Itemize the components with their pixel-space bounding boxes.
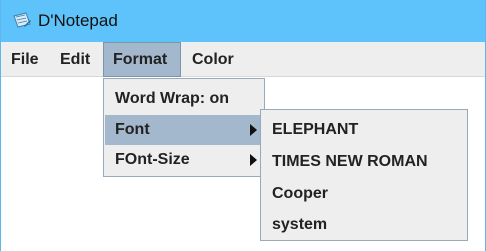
window-title: D'Notepad [38,11,118,30]
font-option-times-new-roman[interactable]: TIMES NEW ROMAN [262,146,466,178]
menu-color[interactable]: Color [192,42,234,77]
menu-file[interactable]: File [11,42,39,77]
font-submenu-popup: ELEPHANT TIMES NEW ROMAN Cooper system [260,109,468,241]
menu-item-font[interactable]: Font [105,115,263,145]
menu-format[interactable]: Format [103,42,181,77]
menu-item-font-size[interactable]: FOnt-Size [105,145,263,175]
app-window: D'Notepad File Edit Format Color Word Wr… [0,0,486,251]
font-option-system[interactable]: system [262,210,466,240]
notepad-icon [13,12,31,28]
font-option-cooper[interactable]: Cooper [262,178,466,210]
submenu-arrow-icon [250,154,257,166]
menu-item-font-size-label: FOnt-Size [115,151,190,168]
menu-bar: File Edit Format Color [1,42,485,77]
menu-edit[interactable]: Edit [60,42,90,77]
title-bar[interactable]: D'Notepad [1,0,485,42]
font-option-elephant[interactable]: ELEPHANT [262,114,466,146]
format-menu-popup: Word Wrap: on Font FOnt-Size [103,78,265,177]
menu-item-word-wrap[interactable]: Word Wrap: on [105,83,263,115]
menu-item-font-label: Font [115,121,150,138]
submenu-arrow-icon [250,124,257,136]
